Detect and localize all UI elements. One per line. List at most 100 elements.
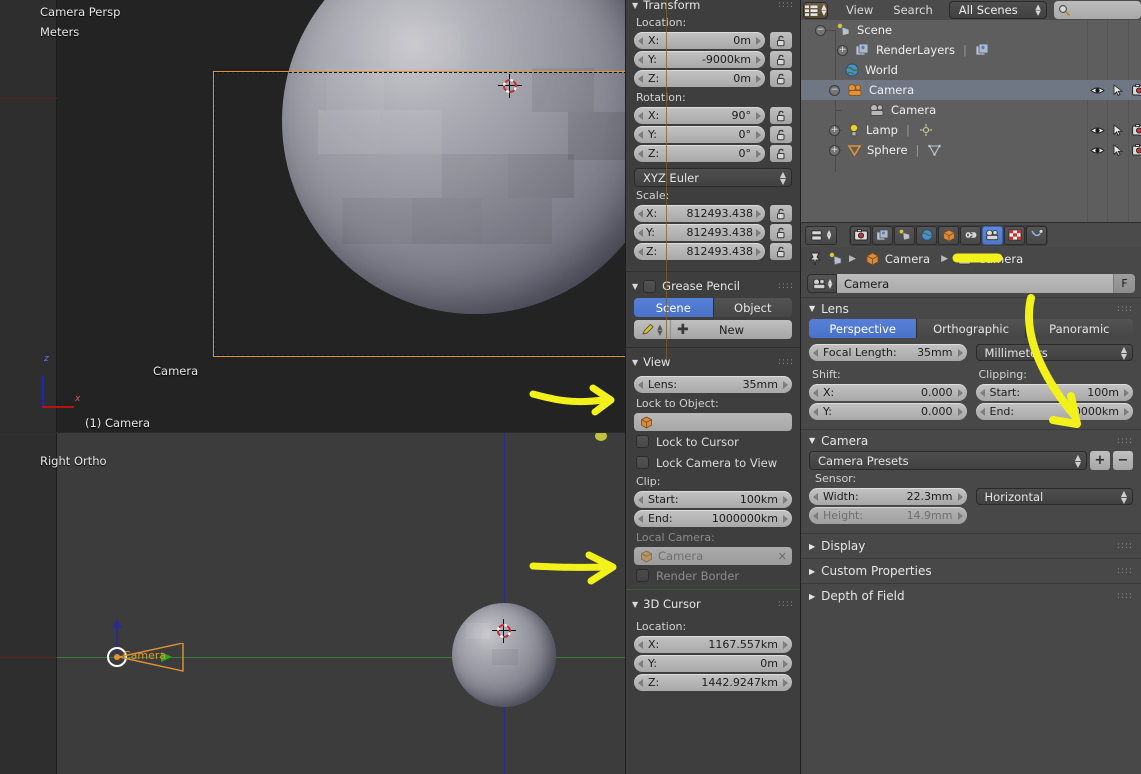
camera-type-orthographic[interactable]: Orthographic bbox=[917, 319, 1026, 338]
add-preset-button[interactable]: + bbox=[1090, 451, 1110, 470]
focal-unit-dropdown[interactable]: Millimeters ▲ ▼ bbox=[975, 344, 1133, 361]
panel-header-display[interactable]: ▶ Display :::: bbox=[801, 534, 1141, 558]
tab-camera-data[interactable] bbox=[982, 225, 1003, 245]
panel-header-view[interactable]: ▼ View :::: bbox=[626, 353, 800, 371]
lock-rotation-x-button[interactable] bbox=[770, 107, 792, 124]
panel-header-3d-cursor[interactable]: ▼ 3D Cursor :::: bbox=[626, 595, 800, 613]
transform-scale-z[interactable]: Z: 812493.438 bbox=[634, 243, 765, 260]
render-border-checkbox[interactable] bbox=[636, 569, 649, 582]
outliner-renderability-toggle[interactable] bbox=[1125, 120, 1141, 140]
outliner-row-camera-data[interactable]: Camera bbox=[801, 100, 1141, 120]
viewport-right-ortho[interactable]: Camera Right Ortho bbox=[0, 433, 625, 774]
outliner-row-camera-object[interactable]: − Camera bbox=[801, 80, 1141, 100]
camera-presets-dropdown[interactable]: Camera Presets ▲ ▼ bbox=[809, 451, 1087, 470]
local-camera-field[interactable]: Camera ✕ bbox=[634, 547, 792, 565]
lock-to-cursor-row[interactable]: Lock to Cursor bbox=[634, 431, 792, 452]
grease-pencil-new-button[interactable]: ✚ New bbox=[670, 320, 792, 339]
gp-toggle-object[interactable]: Object bbox=[713, 298, 792, 317]
outliner-row-sphere[interactable]: + Sphere | bbox=[801, 140, 1141, 160]
view-clip-end-field[interactable]: End: 1000000km bbox=[634, 510, 792, 527]
outliner-row-lamp[interactable]: + Lamp | bbox=[801, 120, 1141, 140]
outliner-row-scene[interactable]: − Scene bbox=[801, 20, 1141, 40]
transform-scale-y[interactable]: Y: 812493.438 bbox=[634, 224, 765, 241]
lock-scale-y-button[interactable] bbox=[770, 224, 792, 241]
expand-toggle-icon[interactable]: + bbox=[837, 44, 848, 56]
panel-header-lens[interactable]: ▼ Lens :::: bbox=[801, 298, 1141, 319]
editor-type-button[interactable]: ▲ ▼ bbox=[803, 1, 828, 19]
camera-type-toggle[interactable]: Perspective Orthographic Panoramic bbox=[809, 319, 1133, 338]
outliner-menu-view[interactable]: View bbox=[836, 3, 883, 17]
clip-end-field[interactable]: End: 10000km bbox=[975, 403, 1133, 420]
cursor-location-x[interactable]: X: 1167.557km bbox=[634, 636, 792, 653]
viewport-n-panel[interactable]: ▼ Transform :::: Location: X: 0m Y: -900… bbox=[625, 0, 800, 774]
shift-y-field[interactable]: Y: 0.000 bbox=[809, 403, 967, 420]
outliner-display-mode-dropdown[interactable]: All Scenes ▲ ▼ bbox=[948, 1, 1047, 19]
scene-icon[interactable] bbox=[828, 252, 844, 266]
transform-rotation-x[interactable]: X: 90° bbox=[634, 107, 765, 124]
sensor-fit-dropdown[interactable]: Horizontal ▲ ▼ bbox=[975, 488, 1133, 505]
panel-header-depth-of-field[interactable]: ▶ Depth of Field :::: bbox=[801, 584, 1141, 608]
expand-toggle-icon[interactable]: − bbox=[815, 24, 826, 36]
cursor-location-y[interactable]: Y: 0m bbox=[634, 655, 792, 672]
lock-rotation-z-button[interactable] bbox=[770, 145, 792, 162]
transform-location-x[interactable]: X: 0m bbox=[634, 32, 765, 49]
camera-data-icon[interactable] bbox=[957, 253, 973, 266]
fake-user-button[interactable]: F bbox=[1113, 274, 1135, 293]
camera-type-perspective[interactable]: Perspective bbox=[809, 319, 918, 338]
lock-camera-to-view-checkbox[interactable] bbox=[636, 456, 649, 469]
lock-location-z-button[interactable] bbox=[770, 70, 792, 87]
lock-to-cursor-checkbox[interactable] bbox=[636, 435, 649, 448]
gp-toggle-scene[interactable]: Scene bbox=[634, 298, 714, 317]
panel-header-transform[interactable]: ▼ Transform :::: bbox=[626, 0, 800, 14]
lock-scale-z-button[interactable] bbox=[770, 243, 792, 260]
camera-type-panoramic[interactable]: Panoramic bbox=[1025, 319, 1133, 338]
lock-scale-x-button[interactable] bbox=[770, 205, 792, 222]
pin-icon[interactable] bbox=[807, 251, 823, 267]
rotation-mode-dropdown[interactable]: XYZ Euler ▲ ▼ bbox=[634, 168, 792, 187]
breadcrumb-object-label[interactable]: Camera bbox=[885, 252, 930, 266]
tab-physics[interactable] bbox=[1026, 225, 1047, 245]
cursor-location-z[interactable]: Z: 1442.9247km bbox=[634, 674, 792, 691]
expand-toggle-icon[interactable]: + bbox=[829, 124, 840, 136]
tab-world[interactable] bbox=[916, 225, 937, 245]
viewport-canvas[interactable]: Camera bbox=[57, 0, 625, 432]
transform-location-y[interactable]: Y: -9000km bbox=[634, 51, 765, 68]
datablock-browse-button[interactable]: ▲ ▼ bbox=[807, 274, 837, 293]
viewport-bottom-canvas[interactable]: Camera bbox=[57, 433, 625, 774]
tab-render[interactable] bbox=[850, 225, 871, 245]
panel-header-camera[interactable]: ▼ Camera :::: bbox=[801, 430, 1141, 451]
object-cube-icon[interactable] bbox=[865, 252, 880, 266]
clear-icon[interactable]: ✕ bbox=[778, 550, 787, 563]
tab-scene[interactable] bbox=[894, 225, 915, 245]
transform-rotation-y[interactable]: Y: 0° bbox=[634, 126, 765, 143]
lock-camera-to-view-row[interactable]: Lock Camera to View bbox=[634, 452, 792, 473]
breadcrumb-data-label[interactable]: Camera bbox=[978, 252, 1023, 266]
transform-location-z[interactable]: Z: 0m bbox=[634, 70, 765, 87]
shift-x-field[interactable]: X: 0.000 bbox=[809, 384, 967, 401]
transform-scale-x[interactable]: X: 812493.438 bbox=[634, 205, 765, 222]
view-clip-start-field[interactable]: Start: 100km bbox=[634, 491, 792, 508]
tab-render-layers[interactable] bbox=[872, 225, 893, 245]
gp-brush-selector[interactable]: ▲ ▼ bbox=[634, 320, 670, 339]
remove-preset-button[interactable]: − bbox=[1113, 451, 1133, 470]
outliner-search-input[interactable] bbox=[1053, 1, 1141, 19]
view-lens-field[interactable]: Lens: 35mm bbox=[634, 376, 792, 393]
outliner-renderability-toggle[interactable] bbox=[1125, 80, 1141, 100]
viewport-camera-persp[interactable]: Camera Camera Persp Meters (1) Camera z … bbox=[0, 0, 625, 432]
outliner-tree[interactable]: − Scene + RenderLayers | World − Camera … bbox=[801, 20, 1141, 222]
grease-pencil-source-toggle[interactable]: Scene Object bbox=[634, 298, 792, 317]
expand-toggle-icon[interactable]: + bbox=[829, 144, 840, 156]
grease-pencil-enable-checkbox[interactable] bbox=[643, 279, 657, 293]
lock-location-x-button[interactable] bbox=[770, 32, 792, 49]
properties-editor[interactable]: ▲ ▼ ▶ Camera ▶ Camera ▲ ▼ Camera F ▼ Len… bbox=[800, 223, 1141, 774]
tab-texture[interactable] bbox=[1004, 225, 1025, 245]
outliner-menu-search[interactable]: Search bbox=[883, 3, 943, 17]
clip-start-field[interactable]: Start: 100m bbox=[975, 384, 1133, 401]
outliner-editor[interactable]: ▲ ▼ View Search All Scenes ▲ ▼ − Scene +… bbox=[800, 0, 1141, 222]
outliner-row-renderlayers[interactable]: + RenderLayers | bbox=[801, 40, 1141, 60]
render-border-row[interactable]: Render Border bbox=[634, 565, 792, 586]
lock-rotation-y-button[interactable] bbox=[770, 126, 792, 143]
sensor-height-field[interactable]: Height: 14.9mm bbox=[809, 507, 967, 524]
panel-header-custom-properties[interactable]: ▶ Custom Properties :::: bbox=[801, 559, 1141, 583]
properties-tab-group[interactable] bbox=[849, 224, 1048, 246]
